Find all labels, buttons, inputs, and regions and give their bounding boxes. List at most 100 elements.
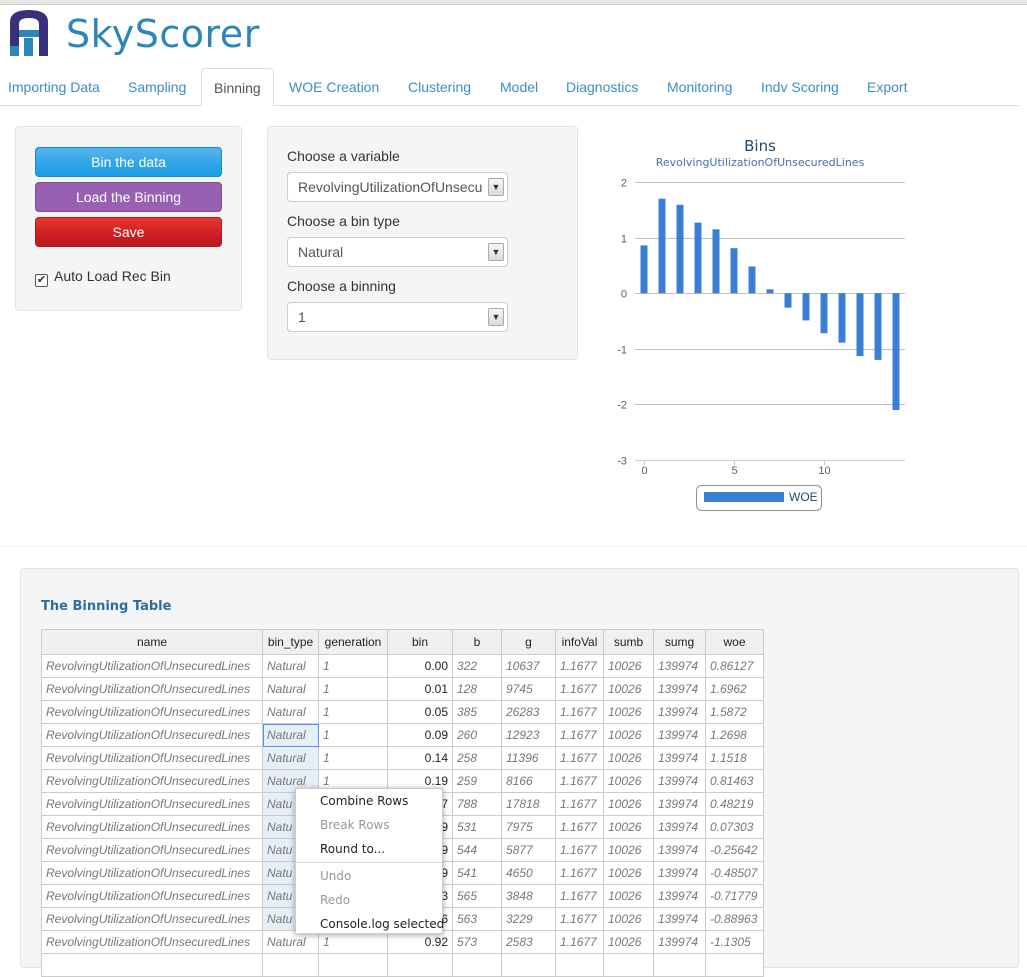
col-header-woe[interactable]: woe bbox=[705, 629, 764, 655]
cell-woe[interactable]: 1.1518 bbox=[705, 746, 764, 770]
binning-select[interactable]: 1 ▼ bbox=[287, 302, 508, 332]
tab-woe-creation[interactable]: WOE Creation bbox=[281, 68, 387, 106]
tab-indv-scoring[interactable]: Indv Scoring bbox=[753, 68, 847, 106]
cell-name[interactable]: RevolvingUtilizationOfUnsecuredLines bbox=[41, 861, 263, 885]
cell-g[interactable]: 3229 bbox=[501, 907, 556, 931]
cell-generation[interactable]: 1 bbox=[318, 654, 388, 678]
cell-b[interactable]: 573 bbox=[452, 930, 502, 954]
cell-woe[interactable]: 0.48219 bbox=[705, 792, 764, 816]
cell-sumb[interactable]: 10026 bbox=[603, 930, 654, 954]
table-row[interactable]: RevolvingUtilizationOfUnsecuredLines Natu… bbox=[41, 700, 764, 724]
cell-infoval[interactable]: 1.1677 bbox=[555, 677, 604, 701]
col-header-g[interactable]: g bbox=[501, 629, 556, 655]
cell-sumg[interactable]: 139974 bbox=[653, 930, 706, 954]
cell-sumg[interactable]: 139974 bbox=[653, 815, 706, 839]
col-header-sumg[interactable]: sumg bbox=[653, 629, 706, 655]
cell-generation[interactable]: 1 bbox=[318, 746, 388, 770]
cell-g[interactable]: 11396 bbox=[501, 746, 556, 770]
cell-sumb[interactable]: 10026 bbox=[603, 746, 654, 770]
cell-sumb[interactable]: 10026 bbox=[603, 838, 654, 862]
auto-load-option[interactable]: ✔ Auto Load Rec Bin bbox=[35, 268, 171, 287]
tab-model[interactable]: Model bbox=[492, 68, 546, 106]
cell-bin-type[interactable]: Natural bbox=[262, 746, 319, 770]
cell-infoval[interactable]: 1.1677 bbox=[555, 861, 604, 885]
tab-monitoring[interactable]: Monitoring bbox=[659, 68, 740, 106]
cell-sumg[interactable]: 139974 bbox=[653, 792, 706, 816]
bar-woe-11[interactable] bbox=[838, 293, 846, 343]
cell-b[interactable]: 259 bbox=[452, 769, 502, 793]
tab-binning[interactable]: Binning bbox=[201, 68, 274, 107]
cell-sumg[interactable]: 139974 bbox=[653, 907, 706, 931]
cell-b[interactable]: 260 bbox=[452, 723, 502, 747]
cell-bin[interactable]: 0.09 bbox=[387, 723, 453, 747]
bar-woe-2[interactable] bbox=[676, 204, 684, 294]
cell-b[interactable]: 563 bbox=[452, 907, 502, 931]
cell-woe[interactable]: 0.81463 bbox=[705, 769, 764, 793]
cell-infoval[interactable]: 1.1677 bbox=[555, 769, 604, 793]
cell-b[interactable]: 544 bbox=[452, 838, 502, 862]
cell-infoval[interactable]: 1.1677 bbox=[555, 654, 604, 678]
col-header-generation[interactable]: generation bbox=[318, 629, 388, 655]
table-row[interactable]: RevolvingUtilizationOfUnsecuredLines Natu… bbox=[41, 746, 764, 770]
cell-sumb[interactable]: 10026 bbox=[603, 769, 654, 793]
bar-woe-0[interactable] bbox=[640, 245, 648, 294]
cell-g[interactable]: 17818 bbox=[501, 792, 556, 816]
bar-woe-8[interactable] bbox=[784, 293, 792, 308]
cell-sumb[interactable]: 10026 bbox=[603, 815, 654, 839]
table-row[interactable]: RevolvingUtilizationOfUnsecuredLines Natu… bbox=[41, 654, 764, 678]
cell-name[interactable]: RevolvingUtilizationOfUnsecuredLines bbox=[41, 700, 263, 724]
bar-woe-5[interactable] bbox=[730, 248, 738, 294]
bintype-select[interactable]: Natural ▼ bbox=[287, 237, 508, 267]
cell-name[interactable]: RevolvingUtilizationOfUnsecuredLines bbox=[41, 930, 263, 954]
cell-name[interactable]: RevolvingUtilizationOfUnsecuredLines bbox=[41, 746, 263, 770]
cell-g[interactable]: 4650 bbox=[501, 861, 556, 885]
bin-the-data-button[interactable]: Bin the data bbox=[35, 147, 222, 177]
col-header-bin[interactable]: bin bbox=[387, 629, 453, 655]
table-row[interactable]: RevolvingUtilizationOfUnsecuredLines Natu… bbox=[41, 723, 764, 747]
cell-b[interactable]: 128 bbox=[452, 677, 502, 701]
bar-woe-13[interactable] bbox=[874, 293, 882, 360]
tab-sampling[interactable]: Sampling bbox=[120, 68, 194, 106]
cell-infoval[interactable]: 1.1677 bbox=[555, 723, 604, 747]
col-header-infoval[interactable]: infoVal bbox=[555, 629, 604, 655]
cell-infoval[interactable]: 1.1677 bbox=[555, 907, 604, 931]
cell-generation[interactable]: 1 bbox=[318, 723, 388, 747]
cell-sumb[interactable]: 10026 bbox=[603, 884, 654, 908]
cell-sumb[interactable]: 10026 bbox=[603, 792, 654, 816]
cell-g[interactable]: 8166 bbox=[501, 769, 556, 793]
cell-name[interactable]: RevolvingUtilizationOfUnsecuredLines bbox=[41, 677, 263, 701]
cell-sumg[interactable]: 139974 bbox=[653, 884, 706, 908]
col-header-bin-type[interactable]: bin_type bbox=[262, 629, 319, 655]
table-row[interactable]: RevolvingUtilizationOfUnsecuredLines Natu… bbox=[41, 677, 764, 701]
menu-break-rows[interactable]: Break Rows bbox=[296, 813, 442, 837]
col-header-name[interactable]: name bbox=[41, 629, 263, 655]
cell-infoval[interactable]: 1.1677 bbox=[555, 930, 604, 954]
cell-sumg[interactable]: 139974 bbox=[653, 677, 706, 701]
cell-generation[interactable]: 1 bbox=[318, 677, 388, 701]
cell-infoval[interactable]: 1.1677 bbox=[555, 884, 604, 908]
cell-g[interactable]: 10637 bbox=[501, 654, 556, 678]
cell-infoval[interactable]: 1.1677 bbox=[555, 746, 604, 770]
col-header-b[interactable]: b bbox=[452, 629, 502, 655]
cell-infoval[interactable]: 1.1677 bbox=[555, 700, 604, 724]
tab-export[interactable]: Export bbox=[859, 68, 915, 106]
cell-bin[interactable]: 0.05 bbox=[387, 700, 453, 724]
menu-console-log-selected[interactable]: Console.log selected bbox=[296, 912, 444, 936]
cell-name[interactable]: RevolvingUtilizationOfUnsecuredLines bbox=[41, 884, 263, 908]
bar-woe-3[interactable] bbox=[694, 222, 702, 294]
tab-clustering[interactable]: Clustering bbox=[400, 68, 479, 106]
cell-woe[interactable]: 1.2698 bbox=[705, 723, 764, 747]
cell-bin[interactable]: 0.14 bbox=[387, 746, 453, 770]
cell-b[interactable]: 322 bbox=[452, 654, 502, 678]
cell-sumg[interactable]: 139974 bbox=[653, 654, 706, 678]
auto-load-checkbox[interactable]: ✔ bbox=[35, 274, 48, 287]
cell-woe[interactable]: -1.1305 bbox=[705, 930, 764, 954]
cell-woe[interactable]: 0.07303 bbox=[705, 815, 764, 839]
cell-bin[interactable]: 0.00 bbox=[387, 654, 453, 678]
bar-woe-9[interactable] bbox=[802, 293, 810, 321]
cell-sumg[interactable]: 139974 bbox=[653, 861, 706, 885]
cell-generation[interactable]: 1 bbox=[318, 700, 388, 724]
cell-sumb[interactable]: 10026 bbox=[603, 700, 654, 724]
cell-sumg[interactable]: 139974 bbox=[653, 723, 706, 747]
cell-b[interactable]: 531 bbox=[452, 815, 502, 839]
